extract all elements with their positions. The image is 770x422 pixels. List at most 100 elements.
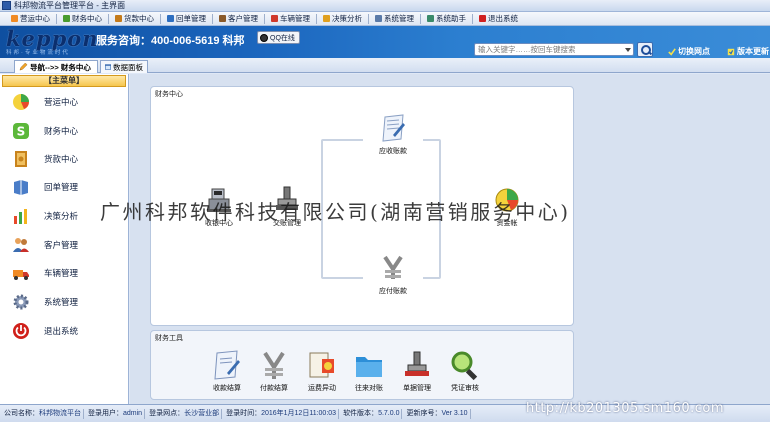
menu-item-icon [115,15,122,22]
sidebar-item-label: 财务中心 [44,126,79,136]
tab-finance-navigation[interactable]: 导航-->> 财务中心 [14,60,98,73]
finance-tools-title: 财务工具 [155,335,183,342]
receivable-label: 应收账款 [379,148,407,155]
menu-item-icon [427,15,434,22]
update-icon [727,48,735,55]
menu-item-label: 决策分析 [332,14,362,23]
receivable-node[interactable]: 应收账款 [363,113,423,156]
sidebar-item[interactable]: 车辆管理 [0,261,128,285]
svg-text:S: S [17,125,26,139]
finance-tool-button[interactable]: 运费异动 [300,349,344,393]
app-icon [2,1,11,10]
tab-label: 导航-->> 财务中心 [30,62,91,72]
company-watermark: 广州科邦软件科技有限公司(湖南营销服务中心) [100,200,571,224]
menu-separator [264,13,265,24]
menu-item-icon [271,15,278,22]
menu-item-label: 回单管理 [176,14,206,23]
status-user: 登录用户：admin [86,408,146,419]
version-update-label: 版本更新 [737,47,769,56]
menu-item-label: 财务中心 [72,14,102,23]
tab-data-panel[interactable]: 数据面板 [100,60,148,73]
pie-chart-icon [12,93,30,111]
menu-item-icon [479,15,486,22]
status-branch: 登录网点：长沙营业部 [147,408,223,419]
freight-change-icon [306,349,338,381]
menu-item[interactable]: 回单管理 [164,13,209,25]
money-book-icon [12,150,30,168]
menu-item[interactable]: 系统助手 [424,13,469,25]
finance-tool-button[interactable]: 付款结算 [252,349,296,393]
workspace: 财务中心 应收账款 收银中心 交账管理 资金帐 应付账款 财务工具 收款结算 付… [130,74,770,404]
menu-separator [316,13,317,24]
sidebar-item[interactable]: 客户管理 [0,233,128,257]
finance-center-title: 财务中心 [155,91,183,98]
search-button[interactable] [637,42,653,57]
menu-separator [472,13,473,24]
finance-tool-label: 收款结算 [213,385,241,392]
url-watermark: http://kb201305.sm160.com [526,401,725,416]
header-banner: keppon 科邦·专业物流时代 服务咨询：400-006-5619 科邦 QQ… [0,26,770,58]
menu-item[interactable]: 决策分析 [320,13,365,25]
menu-separator [108,13,109,24]
status-company: 公司名称：科邦物流平台 [2,408,84,419]
magnifier-icon [449,349,481,381]
payable-node[interactable]: 应付账款 [363,253,423,296]
menu-item[interactable]: 货款中心 [112,13,157,25]
menu-item[interactable]: 财务中心 [60,13,105,25]
yen-icon [383,255,403,279]
sidebar-item-label: 营运中心 [44,97,79,107]
finance-tool-button[interactable]: 收款结算 [205,349,249,393]
menu-item[interactable]: 车辆管理 [268,13,313,25]
tab-bar: 导航-->> 财务中心 数据面板 [0,58,770,73]
qq-online-button[interactable]: QQ在线 [257,31,300,44]
window-titlebar: 科邦物流平台管理平台 - 主界面 [0,0,770,12]
sidebar-item-label: 车辆管理 [44,268,79,278]
menu-item[interactable]: 系统管理 [372,13,417,25]
gear-icon [12,293,30,311]
truck-icon [12,264,30,282]
folder-icon [353,349,385,381]
check-icon [668,47,676,56]
logo-slogan: 科邦·专业物流时代 [6,50,70,56]
menu-separator [56,13,57,24]
sidebar-item[interactable]: S 财务中心 [0,119,128,143]
finance-tool-label: 单据管理 [403,385,431,392]
sidebar-item[interactable]: 退出系统 [0,319,128,343]
finance-tool-label: 凭证审核 [451,385,479,392]
version-update-link[interactable]: 版本更新 [727,46,769,57]
window-title: 科邦物流平台管理平台 - 主界面 [14,1,126,10]
menu-separator [420,13,421,24]
sidebar-title: 【主菜单】 [2,75,126,87]
users-icon [12,236,30,254]
menu-separator [368,13,369,24]
search-input[interactable]: 输入关键字……按回车键搜索 [474,43,634,56]
qq-icon [260,33,268,42]
sidebar-item-label: 回单管理 [44,182,79,192]
menu-item-label: 系统管理 [384,14,414,23]
finance-tool-label: 运费异动 [308,385,336,392]
finance-tool-button[interactable]: 凭证审核 [443,349,487,393]
status-serial: 更新序号：Ver 3.10 [404,408,471,419]
sidebar-item[interactable]: 营运中心 [0,90,128,114]
service-hotline: 服务咨询：400-006-5619 科邦 [96,35,245,47]
sidebar-item[interactable]: 货款中心 [0,147,128,171]
finance-tool-button[interactable]: 单据管理 [395,349,439,393]
menu-item[interactable]: 营运中心 [8,13,53,25]
switch-branch-label: 切换网点 [678,47,710,56]
menu-item[interactable]: 退出系统 [476,13,521,25]
power-icon [12,322,30,340]
sidebar-item-label: 客户管理 [44,240,79,250]
menu-item-icon [219,15,226,22]
menu-separator [160,13,161,24]
status-version: 软件版本：5.7.0.0 [341,408,403,419]
menu-item-label: 货款中心 [124,14,154,23]
sidebar-item[interactable]: 系统管理 [0,290,128,314]
menu-item[interactable]: 客户管理 [216,13,261,25]
qq-online-label: QQ在线 [270,34,295,42]
yen-icon [258,349,290,381]
finance-tool-button[interactable]: 往来对账 [347,349,391,393]
menu-separator [212,13,213,24]
status-login-time: 登录时间：2016年1月12日11:00:03 [224,408,340,419]
search-dropdown-icon[interactable] [623,44,633,55]
switch-branch-link[interactable]: 切换网点 [668,46,710,57]
